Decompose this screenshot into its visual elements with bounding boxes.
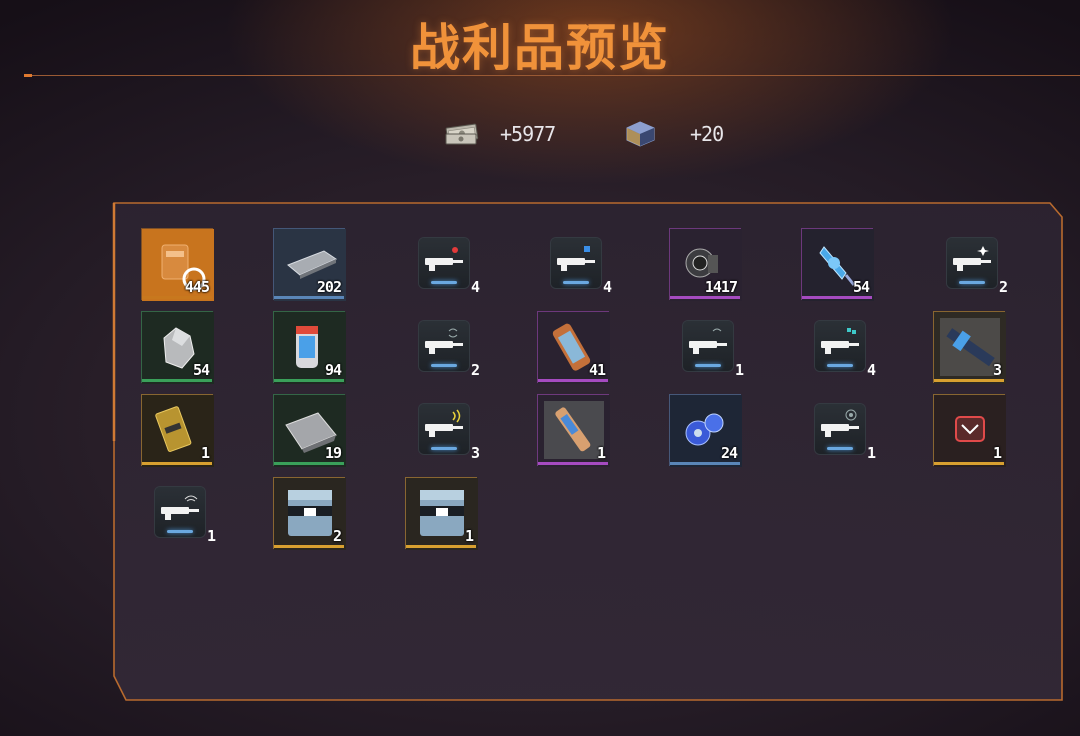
loot-item[interactable]: 2 [933, 228, 1009, 300]
rarity-bar [802, 296, 872, 299]
title-divider-mark [24, 74, 32, 77]
loot-item[interactable]: 4 [537, 228, 613, 300]
item-quantity: 3 [992, 361, 1002, 379]
item-quantity: 24 [720, 444, 738, 462]
item-tile: 94 [273, 311, 346, 384]
item-quantity: 445 [184, 278, 210, 296]
cash-bundle-icon [444, 120, 480, 148]
rarity-bar [142, 296, 212, 299]
rarity-bar [934, 462, 1004, 465]
cube-reward: +20 [624, 118, 724, 150]
loot-item[interactable]: 1 [405, 477, 478, 550]
loot-item[interactable]: 4 [405, 228, 481, 300]
item-quantity: 2 [332, 527, 342, 545]
loot-item[interactable]: 4 [801, 311, 877, 383]
loot-item[interactable]: 2 [405, 311, 481, 383]
rifle-fire-mod-icon [419, 238, 469, 288]
item-tile: 1417 [669, 228, 742, 301]
loot-item[interactable]: 1 [537, 394, 610, 467]
item-tile: 41 [537, 311, 610, 384]
page-title: 战利品预览 [410, 19, 670, 77]
item-quantity: 54 [192, 361, 210, 379]
rarity-bar [274, 545, 344, 548]
shotgun-mod-icon [815, 321, 865, 371]
loot-item[interactable]: 41 [537, 311, 610, 384]
loot-item[interactable]: 445 [141, 228, 214, 301]
loot-item[interactable]: 24 [669, 394, 742, 467]
item-tile: 19 [273, 394, 346, 467]
rarity-bar [538, 379, 608, 382]
assault-rifle-mod-icon [419, 321, 469, 371]
item-quantity: 1 [596, 444, 606, 462]
loot-item[interactable]: 1417 [669, 228, 742, 301]
rarity-bar [274, 296, 344, 299]
item-tile: 1 [405, 477, 478, 550]
loot-item[interactable]: 3 [405, 394, 481, 466]
item-quantity: 1 [200, 444, 210, 462]
cash-amount: +5977 [500, 122, 556, 146]
item-tile: 1 [141, 394, 214, 467]
item-quantity: 94 [324, 361, 342, 379]
loot-item[interactable]: 94 [273, 311, 346, 384]
rifle-scope-mod-icon [551, 238, 601, 288]
item-quantity: 1 [735, 361, 745, 379]
item-quantity: 1 [464, 527, 474, 545]
rarity-bar [538, 462, 608, 465]
item-tile: 54 [141, 311, 214, 384]
loot-item[interactable]: 1 [801, 394, 877, 466]
item-quantity: 19 [324, 444, 342, 462]
cash-reward: +5977 [444, 118, 556, 150]
loot-item[interactable]: 2 [273, 477, 346, 550]
item-tile: 1 [537, 394, 610, 467]
loot-item[interactable]: 1 [141, 477, 217, 549]
item-quantity: 41 [588, 361, 606, 379]
sniper-radar-mod-icon [815, 404, 865, 454]
item-quantity: 202 [316, 278, 342, 296]
item-quantity: 2 [999, 278, 1009, 296]
item-quantity: 54 [852, 278, 870, 296]
item-quantity: 4 [603, 278, 613, 296]
title-divider [24, 75, 1080, 76]
item-quantity: 4 [867, 361, 877, 379]
item-tile: 445 [141, 228, 214, 301]
rarity-bar [934, 379, 1004, 382]
item-tile: 2 [273, 477, 346, 550]
item-quantity: 1417 [704, 278, 738, 296]
loot-item[interactable]: 54 [801, 228, 874, 301]
loot-item[interactable]: 3 [933, 311, 1006, 384]
rarity-bar [670, 462, 740, 465]
item-quantity: 4 [471, 278, 481, 296]
pistol-mod-icon [683, 321, 733, 371]
rarity-bar [274, 462, 344, 465]
item-quantity: 1 [867, 444, 877, 462]
item-tile: 54 [801, 228, 874, 301]
item-tile: 3 [933, 311, 1006, 384]
loot-item[interactable]: 54 [141, 311, 214, 384]
item-quantity: 3 [471, 444, 481, 462]
rifle-spark-mod-icon [947, 238, 997, 288]
item-tile: 1 [933, 394, 1006, 467]
loot-item[interactable]: 202 [273, 228, 346, 301]
loot-item[interactable]: 1 [933, 394, 1006, 467]
loot-item[interactable]: 1 [141, 394, 214, 467]
rarity-bar [670, 296, 740, 299]
item-quantity: 1 [992, 444, 1002, 462]
loot-item[interactable]: 1 [669, 311, 745, 383]
cube-amount: +20 [690, 122, 724, 146]
item-quantity: 2 [471, 361, 481, 379]
sniper-wifi-mod-icon [155, 487, 205, 537]
loot-item[interactable]: 19 [273, 394, 346, 467]
rarity-bar [274, 379, 344, 382]
item-quantity: 1 [207, 527, 217, 545]
rifle-wave-mod-icon [419, 404, 469, 454]
rarity-bar [142, 379, 212, 382]
item-tile: 24 [669, 394, 742, 467]
item-tile: 202 [273, 228, 346, 301]
rarity-bar [142, 462, 212, 465]
data-cube-icon [624, 120, 660, 148]
rarity-bar [406, 545, 476, 548]
